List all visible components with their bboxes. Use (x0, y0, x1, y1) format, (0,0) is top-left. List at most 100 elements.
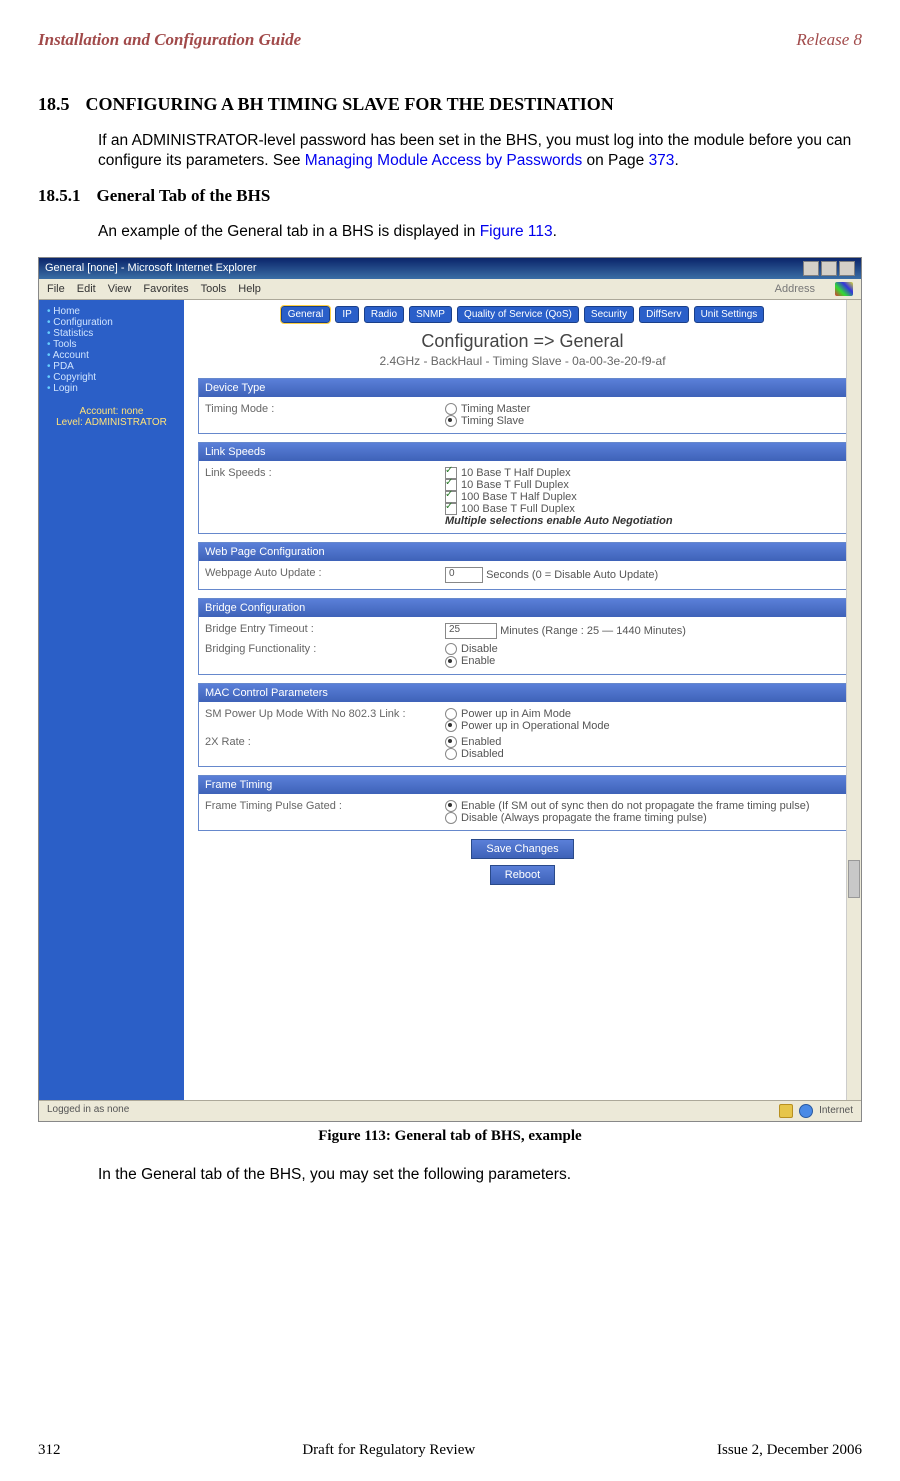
level-line: Level: ADMINISTRATOR (47, 417, 176, 428)
option-label: Enable (If SM out of sync then do not pr… (461, 800, 810, 812)
sidebar-item-home[interactable]: Home (47, 306, 176, 317)
window-titlebar: General [none] - Microsoft Internet Expl… (39, 258, 861, 279)
menu-view[interactable]: View (108, 283, 132, 295)
header-left: Installation and Configuration Guide (38, 30, 301, 50)
shield-icon (779, 1104, 793, 1118)
panel-header: Link Speeds (199, 443, 846, 461)
status-zone: Internet (819, 1105, 853, 1116)
option-label: 100 Base T Half Duplex (461, 491, 577, 503)
panel-header: Device Type (199, 379, 846, 397)
text: . (674, 152, 678, 169)
input-bridge-timeout[interactable]: 25 (445, 623, 497, 639)
subsection-number: 18.5.1 (38, 186, 81, 206)
closing-paragraph: In the General tab of the BHS, you may s… (98, 1165, 862, 1186)
input-auto-update[interactable]: 0 (445, 567, 483, 583)
page-subtitle: 2.4GHz - BackHaul - Timing Slave - 0a-00… (198, 354, 847, 368)
option-label: 100 Base T Full Duplex (461, 503, 575, 515)
link-figure-113[interactable]: Figure 113 (480, 223, 553, 240)
radio-frame-enable[interactable] (445, 800, 457, 812)
footer-right: Issue 2, December 2006 (717, 1442, 862, 1459)
sidebar-item-pda[interactable]: PDA (47, 361, 176, 372)
tab-snmp[interactable]: SNMP (409, 306, 452, 323)
label-2x-rate: 2X Rate : (205, 736, 445, 748)
panel-header: MAC Control Parameters (199, 684, 846, 702)
radio-aim-mode[interactable] (445, 708, 457, 720)
tab-radio[interactable]: Radio (364, 306, 404, 323)
vertical-scrollbar[interactable] (846, 300, 861, 1100)
footer-center: Draft for Regulatory Review (302, 1442, 475, 1459)
page-title: Configuration => General (198, 331, 847, 352)
option-label: Enabled (461, 736, 501, 748)
maximize-button[interactable] (821, 261, 837, 276)
label-bridging-func: Bridging Functionality : (205, 643, 445, 655)
radio-2x-disabled[interactable] (445, 748, 457, 760)
tab-security[interactable]: Security (584, 306, 634, 323)
radio-frame-disable[interactable] (445, 812, 457, 824)
menu-tools[interactable]: Tools (201, 283, 227, 295)
close-button[interactable] (839, 261, 855, 276)
option-label: Disable (461, 643, 498, 655)
panel-device-type: Device Type Timing Mode : Timing Master … (198, 378, 847, 434)
sidebar-item-account[interactable]: Account (47, 350, 176, 361)
tab-general[interactable]: General (281, 306, 331, 323)
account-line: Account: none (47, 406, 176, 417)
menu-file[interactable]: File (47, 283, 65, 295)
scroll-thumb[interactable] (848, 860, 860, 898)
menu-favorites[interactable]: Favorites (143, 283, 188, 295)
globe-icon (799, 1104, 813, 1118)
figure-caption: Figure 113: General tab of BHS, example (38, 1128, 862, 1145)
button-row: Reboot (198, 865, 847, 885)
address-label: Address (775, 283, 815, 295)
reboot-button[interactable]: Reboot (490, 865, 555, 885)
sidebar-item-copyright[interactable]: Copyright (47, 372, 176, 383)
ie-window: General [none] - Microsoft Internet Expl… (38, 257, 862, 1122)
option-label: Timing Slave (461, 415, 524, 427)
menu-edit[interactable]: Edit (77, 283, 96, 295)
tab-unit-settings[interactable]: Unit Settings (694, 306, 765, 323)
minimize-button[interactable] (803, 261, 819, 276)
tab-diffserv[interactable]: DiffServ (639, 306, 688, 323)
menu-help[interactable]: Help (238, 283, 261, 295)
intro-paragraph: If an ADMINISTRATOR-level password has b… (98, 131, 862, 173)
option-label: 10 Base T Half Duplex (461, 467, 571, 479)
check-100-full[interactable] (445, 503, 457, 515)
tab-ip[interactable]: IP (335, 306, 358, 323)
option-label: Power up in Aim Mode (461, 708, 571, 720)
panel-header: Frame Timing (199, 776, 846, 794)
radio-bridge-enable[interactable] (445, 656, 457, 668)
radio-timing-slave[interactable] (445, 415, 457, 427)
status-logged-in: Logged in as none (47, 1104, 129, 1118)
sidebar-item-login[interactable]: Login (47, 383, 176, 394)
option-label: 10 Base T Full Duplex (461, 479, 569, 491)
tab-qos[interactable]: Quality of Service (QoS) (457, 306, 579, 323)
link-page-373[interactable]: 373 (649, 152, 675, 169)
link-managing-passwords[interactable]: Managing Module Access by Passwords (305, 152, 582, 169)
option-label: Enable (461, 655, 495, 667)
save-changes-button[interactable]: Save Changes (471, 839, 573, 859)
figure-113: General [none] - Microsoft Internet Expl… (38, 257, 862, 1145)
section-title: CONFIGURING A BH TIMING SLAVE FOR THE DE… (86, 94, 614, 115)
radio-bridge-disable[interactable] (445, 643, 457, 655)
sidebar-item-statistics[interactable]: Statistics (47, 328, 176, 339)
section-number: 18.5 (38, 94, 70, 115)
label-timing-mode: Timing Mode : (205, 403, 445, 415)
radio-operational-mode[interactable] (445, 720, 457, 732)
menubar: File Edit View Favorites Tools Help Addr… (39, 279, 861, 300)
panel-mac-control: MAC Control Parameters SM Power Up Mode … (198, 683, 847, 767)
subsection-title: General Tab of the BHS (97, 186, 271, 206)
page-footer: 312 Draft for Regulatory Review Issue 2,… (38, 1442, 862, 1459)
text: on Page (582, 152, 648, 169)
subsection-intro: An example of the General tab in a BHS i… (98, 222, 862, 243)
status-bar: Logged in as none Internet (39, 1100, 861, 1121)
label-bridge-timeout: Bridge Entry Timeout : (205, 623, 445, 635)
label-sm-power-up: SM Power Up Mode With No 802.3 Link : (205, 708, 445, 720)
radio-timing-master[interactable] (445, 403, 457, 415)
text: An example of the General tab in a BHS i… (98, 223, 480, 240)
ie-logo-icon (835, 282, 853, 296)
auto-neg-note: Multiple selections enable Auto Negotiat… (445, 515, 840, 527)
radio-2x-enabled[interactable] (445, 736, 457, 748)
header-right: Release 8 (796, 30, 862, 50)
sidebar-item-tools[interactable]: Tools (47, 339, 176, 350)
option-label: Disable (Always propagate the frame timi… (461, 812, 707, 824)
sidebar-item-configuration[interactable]: Configuration (47, 317, 176, 328)
